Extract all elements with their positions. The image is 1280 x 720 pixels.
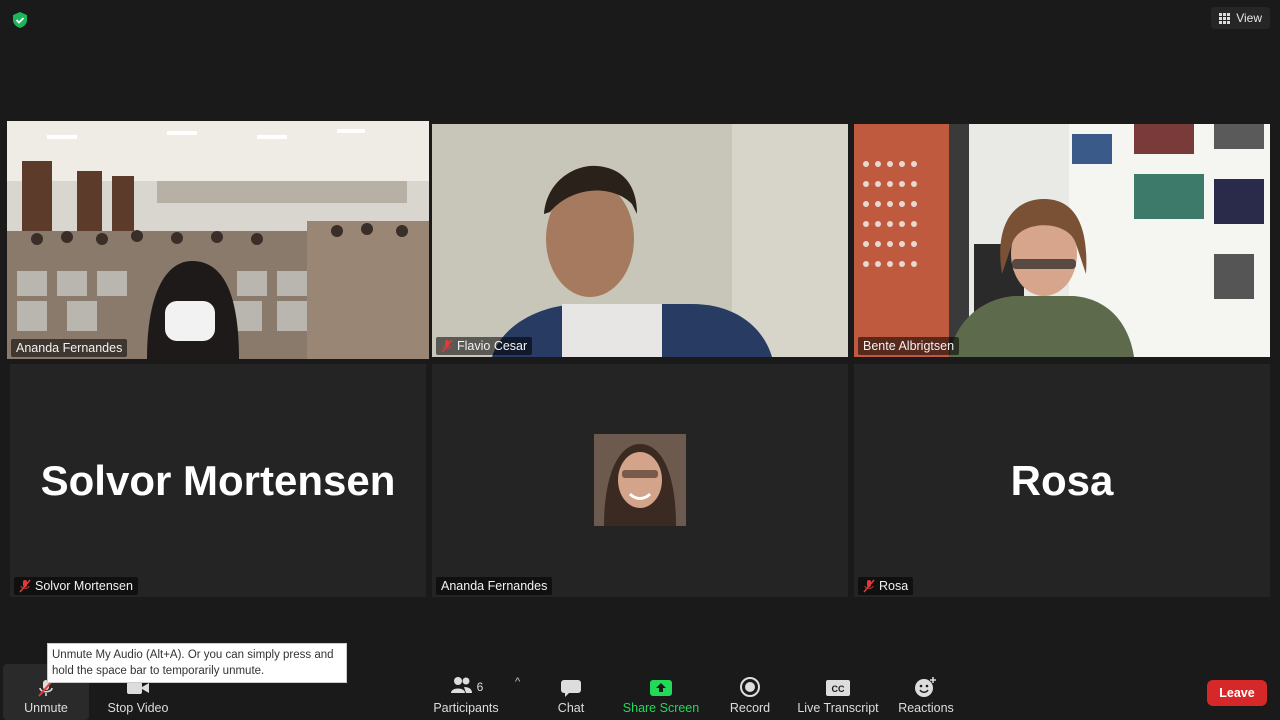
view-button[interactable]: View	[1211, 7, 1270, 29]
participants-icon	[450, 677, 472, 693]
chat-bubble-icon	[561, 680, 581, 697]
flavio-video	[432, 124, 848, 357]
participant-nameplate: Flavio Cesar	[436, 337, 533, 355]
participant-name: Solvor Mortensen	[35, 579, 133, 593]
participant-nameplate: Bente Albrigtsen	[858, 337, 960, 355]
participants-options-chevron-icon[interactable]: ^	[515, 676, 520, 688]
video-tile-bente-albrigtsen[interactable]: Bente Albrigtsen	[854, 124, 1270, 357]
participant-name: Bente Albrigtsen	[863, 339, 955, 353]
video-tile-solvor-mortensen[interactable]: Solvor Mortensen Solvor Mortensen	[10, 364, 426, 597]
participant-nameplate: Ananda Fernandes	[436, 577, 553, 595]
muted-mic-icon	[441, 339, 453, 353]
participant-nameplate: Solvor Mortensen	[14, 577, 138, 595]
participant-nameplate: Ananda Fernandes	[11, 339, 128, 357]
participants-count: 6	[476, 679, 484, 694]
participant-name: Flavio Cesar	[457, 339, 528, 353]
lecture-hall-video	[7, 121, 429, 359]
unmute-tooltip: Unmute My Audio (Alt+A). Or you can simp…	[47, 643, 347, 683]
participant-nameplate: Rosa	[858, 577, 914, 595]
view-label: View	[1236, 11, 1262, 25]
grid-icon	[1219, 12, 1231, 24]
reactions-smiley-icon	[915, 677, 936, 697]
closed-captions-icon: CC	[826, 680, 850, 696]
profile-photo	[594, 434, 686, 526]
video-tile-flavio-cesar[interactable]: Flavio Cesar	[432, 124, 848, 357]
participant-display-name: Solvor Mortensen	[40, 456, 396, 504]
record-button[interactable]: Record	[722, 664, 778, 720]
video-tile-ananda-fernandes-avatar[interactable]: Ananda Fernandes	[432, 364, 848, 597]
video-tile-ananda-fernandes-hall[interactable]: Ananda Fernandes	[7, 121, 429, 359]
svg-text:CC: CC	[832, 684, 845, 694]
participant-name: Ananda Fernandes	[16, 341, 123, 355]
participant-name: Rosa	[879, 579, 909, 593]
video-tile-rosa[interactable]: Rosa Rosa	[854, 364, 1270, 597]
live-transcript-button[interactable]: CC Live Transcript	[795, 664, 881, 720]
chat-button[interactable]: Chat	[545, 664, 597, 720]
muted-mic-icon	[19, 579, 31, 593]
muted-mic-icon	[863, 579, 875, 593]
participant-name: Ananda Fernandes	[441, 579, 548, 593]
share-screen-button[interactable]: Share Screen	[621, 664, 701, 720]
bente-video	[854, 124, 1270, 357]
participant-display-name: Rosa	[1010, 456, 1114, 504]
record-icon	[740, 677, 760, 697]
leave-button[interactable]: Leave	[1207, 680, 1267, 706]
reactions-button[interactable]: Reactions	[895, 664, 957, 720]
share-screen-icon	[650, 680, 672, 696]
security-shield-icon[interactable]	[10, 10, 30, 30]
participants-button[interactable]: 6 Participants	[430, 664, 502, 720]
